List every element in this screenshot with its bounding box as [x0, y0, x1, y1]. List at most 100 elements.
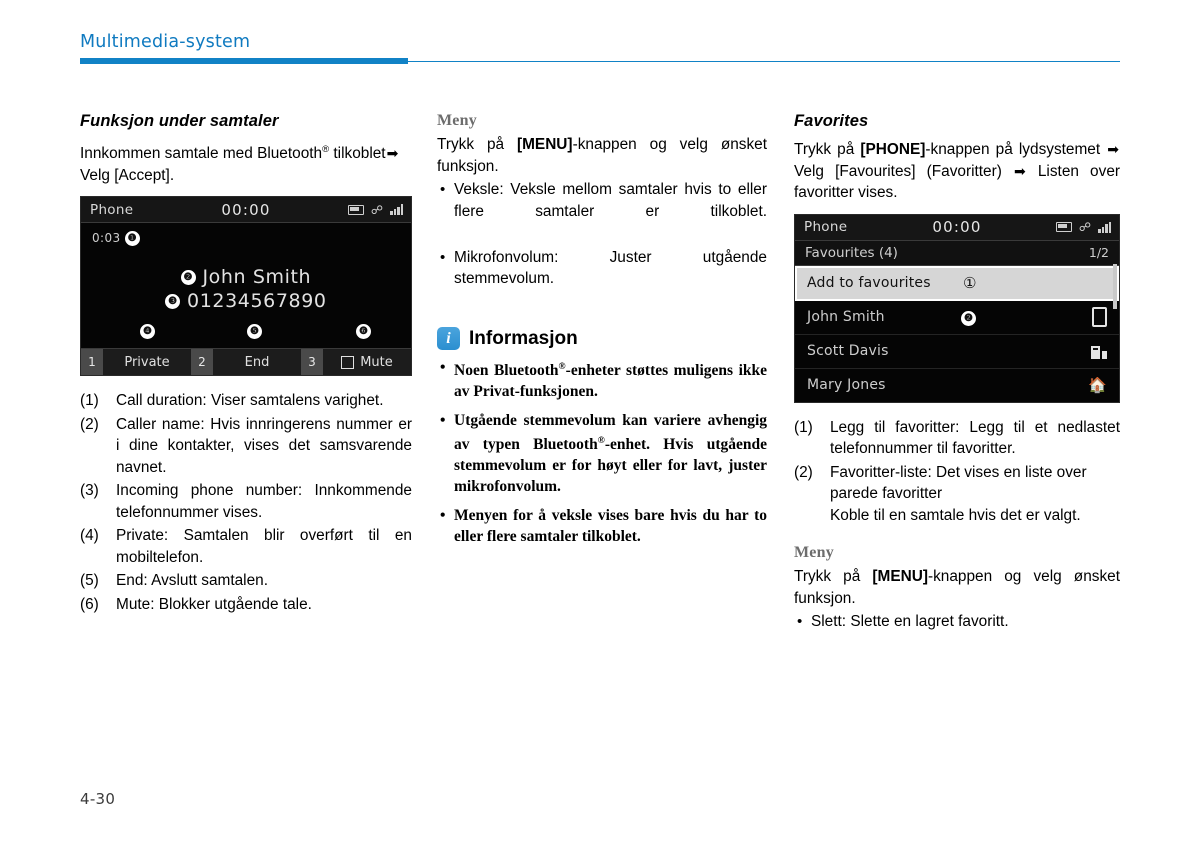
bullet-icon: • [440, 412, 446, 430]
phone-key-label: [PHONE] [860, 141, 926, 158]
registered-mark: ® [597, 436, 605, 447]
information-callout: i Informasjon • Noen Bluetooth®-enheter s… [437, 327, 767, 547]
caller-name-value: John Smith [202, 266, 312, 289]
ref-number: (4) [80, 527, 99, 545]
callout-marker-1: ❶ [124, 231, 140, 247]
bullet-icon: • [440, 359, 446, 376]
favourites-list-header: Favourites (4) 1/2 [795, 240, 1119, 266]
scrollbar[interactable] [1113, 263, 1117, 309]
list-item: • Menyen for å veksle vises bare hvis du … [437, 505, 767, 547]
meny-paragraph-col2: Trykk på [MENU]-knappen og velg ønsket f… [437, 134, 767, 177]
mute-button[interactable]: Mute [323, 349, 411, 375]
registered-mark: ® [558, 362, 566, 372]
favourites-row-john-smith[interactable]: John Smith ❷ [795, 300, 1119, 335]
row-label: Add to favourites [807, 275, 931, 291]
list-item: (2) Favoritter-liste: Det vises en liste … [794, 462, 1120, 527]
reference-list-col3: (1) Legg til favoritter: Legg til et nedl… [794, 417, 1120, 527]
page-indicator: 1/2 [1088, 245, 1109, 260]
mute-checkbox-icon[interactable] [341, 355, 355, 369]
header-rule-thin [408, 60, 1120, 62]
office-icon [1091, 344, 1107, 359]
private-button-key[interactable]: 1 [81, 349, 103, 376]
section-title-favorites: Favorites [794, 112, 869, 130]
ref-text: Favoritter-liste: Det vises en liste ove… [830, 463, 1087, 503]
reference-list-col1: (1) Call duration: Viser samtalens varigh… [80, 390, 412, 615]
callout-marker-1: ① [963, 274, 976, 292]
page-title: Multimedia-system [80, 32, 251, 52]
column-one: Funksjon under samtaler Innkommen samtal… [80, 112, 412, 617]
meny-heading-col2: Meny [437, 112, 477, 129]
row-label: John Smith [807, 309, 885, 325]
list-item: • Slett: Slette en lagret favoritt. [794, 611, 1120, 654]
favourites-screen-image: Phone 00:00 ☍ Favourites (4) 1/2 Add to … [794, 213, 1120, 403]
intro-paragraph-col3: Trykk på [PHONE]-knappen på lydsystemet … [794, 139, 1120, 204]
device-status-icons: ☍ [1055, 221, 1111, 233]
meny-text-pre: Trykk på [794, 568, 873, 585]
bullet-icon: • [440, 181, 446, 198]
column-three: Favorites Trykk på [PHONE]-knappen på ly… [794, 112, 1120, 657]
arrow-icon: ➡ [1014, 162, 1026, 179]
intro-text-mid2: Velg [Favourites] (Favoritter) [794, 162, 1013, 180]
favourites-row-mary-jones[interactable]: Mary Jones 🏠 [795, 368, 1119, 402]
meny-text-pre: Trykk på [437, 136, 517, 153]
call-duration-text: 0:03 [92, 231, 121, 246]
ref-number: (6) [80, 595, 99, 613]
battery-icon [347, 204, 364, 215]
device-status-icons: ☍ [347, 202, 403, 217]
mute-button-key[interactable]: 3 [301, 349, 323, 376]
call-screen-image: Phone 00:00 ☍ 0:03 ❶ ❷ John Smith ❸ 0123… [80, 196, 412, 377]
arrow-icon: ➡ [1107, 141, 1119, 157]
intro-text-1: Innkommen samtale med Bluetooth [80, 145, 323, 163]
favourites-row-add[interactable]: Add to favourites ① [795, 265, 1119, 301]
information-bullets: • Noen Bluetooth®-enheter støttes muligen… [437, 357, 767, 547]
ref-number: (1) [794, 418, 813, 436]
intro-text-3: Velg [Accept]. [80, 166, 175, 184]
signal-icon [1098, 221, 1111, 233]
ref-text: End: Avslutt samtalen. [116, 572, 268, 590]
ref-text: Caller name: Hvis innringerens nummer er… [116, 415, 412, 476]
bullet-text: Mikrofonvolum: Juster utgående stemmevol… [454, 248, 767, 288]
private-button[interactable]: Private [103, 349, 191, 375]
ref-subtext: Koble til en samtale hvis det er valgt. [830, 506, 1081, 524]
intro-text-pre: Trykk på [794, 141, 861, 158]
call-duration-value: 0:03 ❶ [92, 231, 140, 247]
list-item: • Veksle: Veksle mellom samtaler hvis to … [437, 179, 767, 244]
ref-number: (2) [80, 415, 99, 433]
information-title: Informasjon [469, 327, 578, 349]
home-icon: 🏠 [1088, 375, 1107, 394]
bluetooth-icon: ☍ [370, 202, 383, 217]
registered-mark: ® [322, 144, 330, 155]
intro-text-mid: -knappen på lydsystemet [925, 141, 1107, 158]
bullet-icon: • [440, 507, 446, 525]
callout-marker-6: ❻ [356, 324, 371, 340]
marker-glyph: ① [963, 274, 977, 292]
device-status-bar: Phone 00:00 ☍ [81, 197, 411, 224]
page-number: 4-30 [80, 790, 116, 808]
caller-number-row: ❸ 01234567890 [81, 290, 411, 312]
info-icon: i [437, 327, 460, 350]
meny-paragraph-col3: Trykk på [MENU]-knappen og velg ønsket f… [794, 566, 1120, 609]
call-action-bar: 1 Private 2 End 3 Mute [81, 348, 411, 376]
header-rule-thick [80, 58, 408, 64]
mute-button-label: Mute [360, 354, 393, 370]
ref-text: Legg til favoritter: Legg til et nedlast… [830, 418, 1120, 458]
arrow-icon: ➡ [386, 145, 399, 162]
list-item: (1) Call duration: Viser samtalens varigh… [80, 390, 412, 412]
call-info-block: ❷ John Smith ❸ 01234567890 [81, 266, 411, 312]
signal-icon [390, 204, 403, 216]
callout-marker-5: ❺ [247, 324, 262, 340]
end-button-key[interactable]: 2 [191, 349, 213, 376]
list-item: (3) Incoming phone number: Innkommende te… [80, 480, 412, 523]
favourites-title: Favourites (4) [805, 244, 898, 261]
device-status-bar: Phone 00:00 ☍ [795, 214, 1119, 241]
favourites-row-scott-davis[interactable]: Scott Davis [795, 334, 1119, 369]
ref-number: (5) [80, 572, 99, 590]
row-label: Scott Davis [807, 343, 889, 359]
list-item: (2) Caller name: Hvis innringerens nummer… [80, 414, 412, 479]
ref-text: Call duration: Viser samtalens varighet. [116, 392, 384, 410]
ref-text: Private: Samtalen blir overført til en m… [116, 527, 412, 566]
row-label: Mary Jones [807, 377, 886, 393]
intro-text-2: tilkoblet [333, 145, 386, 163]
marker-glyph: ❷ [961, 310, 976, 326]
end-button[interactable]: End [213, 349, 301, 375]
